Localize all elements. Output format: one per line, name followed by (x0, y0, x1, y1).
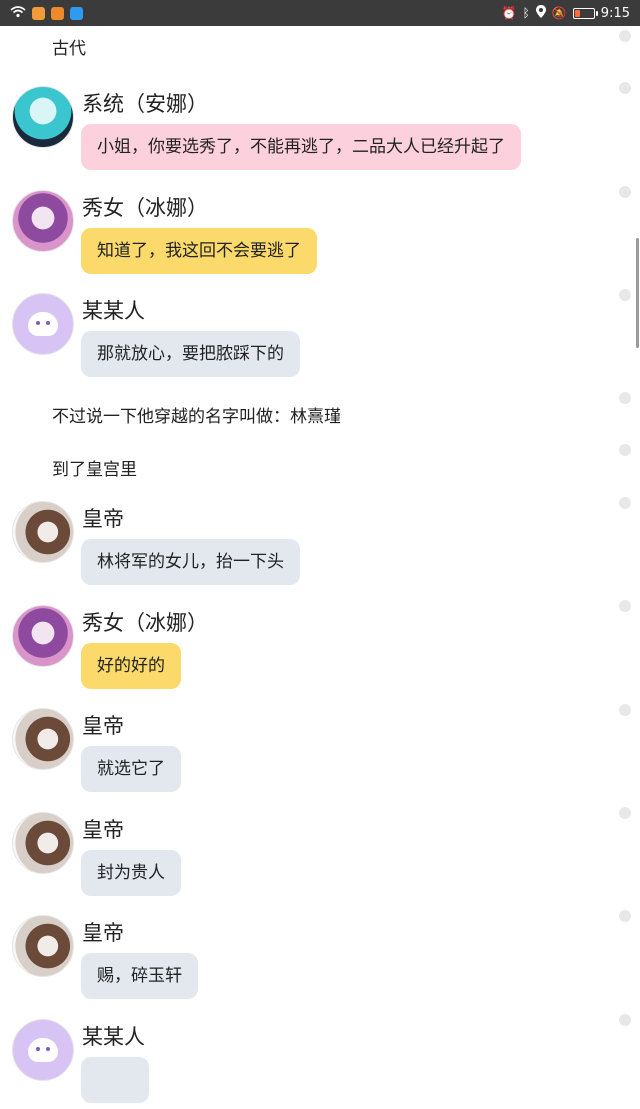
chat-message[interactable]: 系统（安娜） 小姐，你要选秀了，不能再逃了，二品大人已经升起了 (12, 86, 612, 176)
chat-message[interactable]: 皇帝 就选它了 (12, 708, 612, 798)
sender-name: 某某人 (82, 1025, 145, 1049)
avatar[interactable] (12, 708, 74, 770)
status-bar: ⏰ ᛒ 🔕 9:15 (0, 0, 640, 26)
chat-message[interactable]: 某某人那就放心，要把脓踩下的 (12, 293, 612, 383)
scroll-marker (619, 82, 631, 94)
scroll-marker (619, 807, 631, 819)
message-bubble[interactable]: 封为贵人 (81, 850, 181, 896)
avatar[interactable] (12, 190, 74, 252)
scroll-marker (619, 1014, 631, 1026)
message-bubble[interactable]: 林将军的女儿，抬一下头 (81, 539, 300, 585)
app-orange-play-icon (51, 6, 64, 20)
message-bubble[interactable]: 就选它了 (81, 746, 181, 792)
location-icon (535, 5, 546, 21)
bluetooth-icon: ᛒ (522, 5, 530, 20)
sender-name: 某某人 (82, 299, 145, 323)
status-time: 9:15 (600, 5, 630, 21)
chat-message[interactable]: 皇帝林将军的女儿，抬一下头 (12, 501, 612, 591)
status-right-icons: ⏰ ᛒ 🔕 9:15 (502, 5, 630, 21)
chat-message[interactable]: 皇帝 封为贵人 (12, 812, 612, 902)
avatar[interactable] (12, 293, 74, 355)
sender-name: 秀女（冰娜） (82, 196, 208, 220)
app-orange-icon (32, 6, 45, 20)
ghost-icon (28, 1038, 58, 1062)
message-bubble[interactable]: 小姐，你要选秀了，不能再逃了，二品大人已经升起了 (81, 124, 521, 170)
scroll-marker (619, 30, 631, 42)
battery-tip (595, 10, 598, 16)
sender-name: 皇帝 (82, 714, 124, 738)
scroll-marker (619, 497, 631, 509)
mute-icon: 🔕 (551, 5, 567, 20)
ghost-icon (28, 312, 58, 336)
scroll-marker (619, 704, 631, 716)
message-bubble[interactable]: 好的好的 (81, 643, 181, 689)
chat-log[interactable]: 古代系统（安娜） 小姐，你要选秀了，不能再逃了，二品大人已经升起了秀女（冰娜） 知道… (0, 26, 620, 1103)
chat-message[interactable]: 皇帝赐，碎玉轩 (12, 915, 612, 1005)
avatar[interactable] (12, 812, 74, 874)
chat-message[interactable]: 秀女（冰娜） 知道了，我这回不会要逃了 (12, 190, 612, 280)
avatar[interactable] (12, 1019, 74, 1081)
scroll-marker (619, 600, 631, 612)
sender-name: 皇帝 (82, 507, 124, 531)
status-left-icons (10, 5, 83, 21)
avatar[interactable] (12, 501, 74, 563)
message-bubble[interactable]: 那就放心，要把脓踩下的 (81, 331, 300, 377)
avatar[interactable] (12, 915, 74, 977)
scrollbar-thumb[interactable] (636, 238, 639, 348)
narration-text: 古代 (52, 39, 86, 59)
avatar[interactable] (12, 605, 74, 667)
scroll-marker (619, 910, 631, 922)
narration-text: 到了皇宫里 (52, 460, 137, 480)
alarm-icon: ⏰ (501, 5, 517, 20)
chat-message[interactable]: 秀女（冰娜） 好的好的 (12, 605, 612, 695)
app-blue-search-icon (70, 6, 83, 20)
battery-icon (572, 7, 598, 19)
sender-name: 秀女（冰娜） (82, 611, 208, 635)
scroll-marker (619, 392, 631, 404)
message-bubble[interactable] (81, 1057, 149, 1103)
sender-name: 系统（安娜） (82, 92, 208, 116)
scrollbar[interactable] (614, 26, 640, 1066)
message-bubble[interactable]: 知道了，我这回不会要逃了 (81, 228, 317, 274)
scroll-marker (619, 289, 631, 301)
sender-name: 皇帝 (82, 818, 124, 842)
scroll-marker (619, 444, 631, 456)
scroll-marker (619, 186, 631, 198)
battery-level (574, 9, 580, 17)
sender-name: 皇帝 (82, 921, 124, 945)
chat-message[interactable]: 某某人 (12, 1019, 612, 1109)
avatar[interactable] (12, 86, 74, 148)
wifi-icon (10, 5, 26, 21)
message-bubble[interactable]: 赐，碎玉轩 (81, 953, 198, 999)
narration-text: 不过说一下他穿越的名字叫做：林熹瑾 (52, 407, 341, 427)
